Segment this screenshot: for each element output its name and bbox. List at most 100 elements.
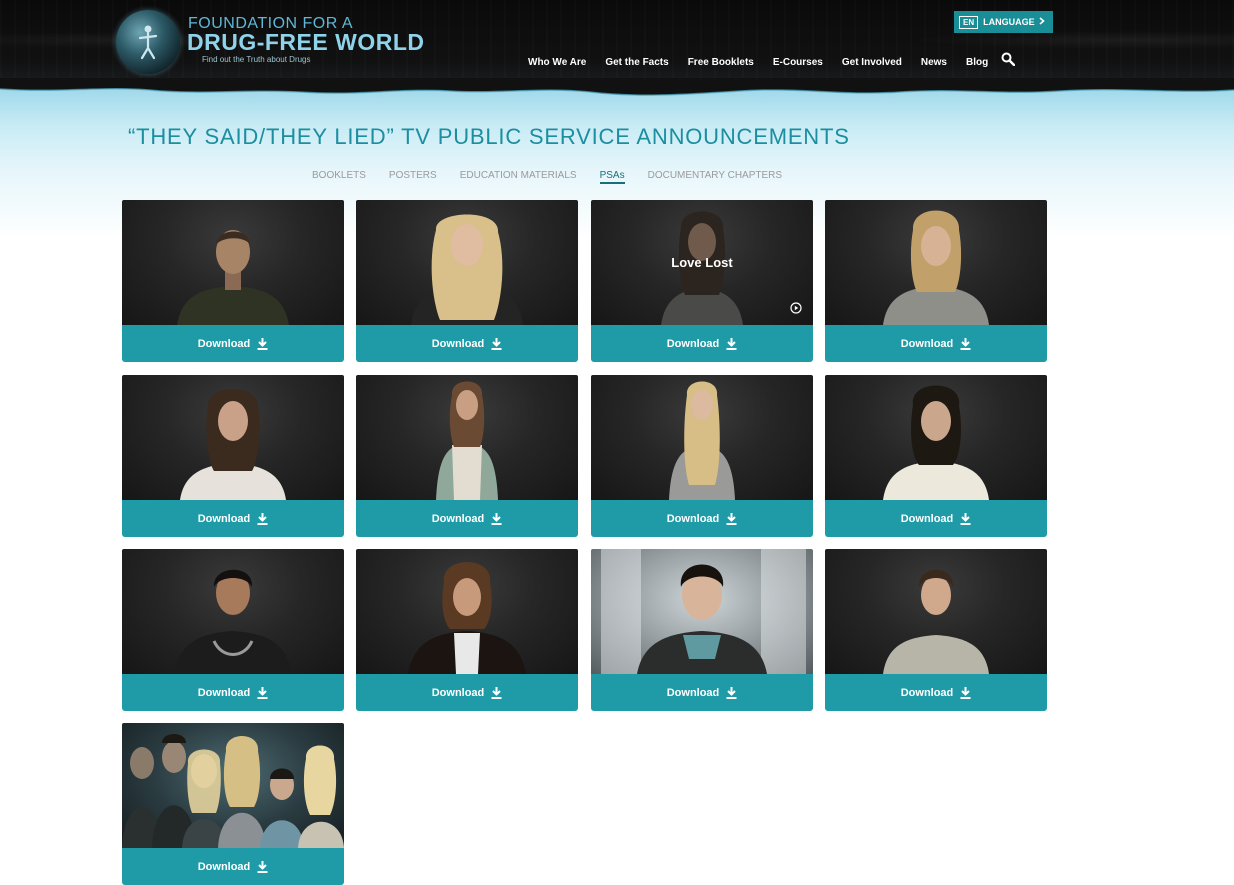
download-icon — [726, 686, 737, 699]
download-icon — [491, 337, 502, 350]
psa-card: Download — [825, 375, 1047, 537]
download-icon — [726, 337, 737, 350]
download-button[interactable]: Download — [122, 848, 344, 885]
download-label: Download — [431, 686, 485, 699]
psa-card: Download — [122, 723, 344, 885]
nav-news[interactable]: News — [921, 57, 947, 68]
psa-card: Download — [356, 549, 578, 711]
psa-thumbnail[interactable] — [356, 549, 578, 674]
psa-card: Download — [122, 200, 344, 362]
download-button[interactable]: Download — [825, 325, 1047, 362]
site-header: FOUNDATION FOR A DRUG-FREE WORLD Find ou… — [0, 0, 1234, 88]
language-code: EN — [959, 15, 979, 29]
nav-who-we-are[interactable]: Who We Are — [528, 57, 586, 68]
download-button[interactable]: Download — [591, 325, 813, 362]
video-title: Love Lost — [671, 255, 733, 270]
torn-edge — [0, 78, 1234, 96]
nav-blog[interactable]: Blog — [966, 57, 988, 68]
person-figure — [883, 385, 989, 500]
download-label: Download — [197, 512, 251, 525]
psa-thumbnail[interactable] — [825, 375, 1047, 500]
download-button[interactable]: Download — [122, 500, 344, 537]
person-figure — [883, 569, 989, 674]
psa-card: Download — [591, 549, 813, 711]
psa-thumbnail[interactable] — [122, 200, 344, 325]
page-title: “THEY SAID/THEY LIED” TV PUBLIC SERVICE … — [128, 124, 850, 149]
chevron-right-icon — [1039, 17, 1045, 27]
download-button[interactable]: Download — [591, 500, 813, 537]
download-label: Download — [197, 337, 251, 350]
tab-posters[interactable]: POSTERS — [389, 170, 437, 184]
download-icon — [491, 512, 502, 525]
main-nav: Who We Are Get the Facts Free Booklets E… — [528, 52, 1016, 69]
psa-card: Download — [591, 375, 813, 537]
logo-tagline: Find out the Truth about Drugs — [202, 55, 311, 64]
download-label: Download — [666, 337, 720, 350]
person-figure — [411, 214, 523, 325]
psa-thumbnail[interactable] — [591, 549, 813, 674]
download-label: Download — [900, 686, 954, 699]
category-tabs: BOOKLETS POSTERS EDUCATION MATERIALS PSA… — [312, 170, 805, 184]
download-icon — [960, 512, 971, 525]
download-icon — [257, 686, 268, 699]
download-button[interactable]: Download — [591, 674, 813, 711]
psa-card: Download — [825, 200, 1047, 362]
nav-e-courses[interactable]: E-Courses — [773, 57, 823, 68]
play-icon[interactable] — [790, 302, 802, 314]
psa-card: Download — [825, 549, 1047, 711]
download-button[interactable]: Download — [825, 674, 1047, 711]
download-icon — [491, 686, 502, 699]
download-button[interactable]: Download — [356, 674, 578, 711]
psa-thumbnail[interactable] — [825, 549, 1047, 674]
download-icon — [257, 337, 268, 350]
psa-thumbnail[interactable] — [122, 723, 344, 848]
person-figure — [177, 230, 289, 325]
person-figure — [180, 389, 286, 500]
download-label: Download — [431, 512, 485, 525]
psa-thumbnail[interactable] — [122, 375, 344, 500]
tab-booklets[interactable]: BOOKLETS — [312, 170, 366, 184]
download-icon — [960, 686, 971, 699]
download-label: Download — [666, 512, 720, 525]
logo-figure-icon — [138, 25, 158, 60]
nav-get-involved[interactable]: Get Involved — [842, 57, 902, 68]
download-label: Download — [197, 860, 251, 873]
download-button[interactable]: Download — [356, 325, 578, 362]
download-icon — [726, 512, 737, 525]
download-label: Download — [431, 337, 485, 350]
download-label: Download — [900, 337, 954, 350]
psa-card: Download — [356, 375, 578, 537]
search-icon[interactable] — [1001, 52, 1016, 66]
person-figure — [601, 549, 806, 674]
language-button[interactable]: EN LANGUAGE — [954, 11, 1053, 33]
download-label: Download — [666, 686, 720, 699]
download-button[interactable]: Download — [825, 500, 1047, 537]
tab-education-materials[interactable]: EDUCATION MATERIALS — [460, 170, 577, 184]
download-button[interactable]: Download — [122, 674, 344, 711]
psa-thumbnail[interactable] — [122, 549, 344, 674]
download-label: Download — [197, 686, 251, 699]
nav-get-the-facts[interactable]: Get the Facts — [605, 57, 668, 68]
psa-thumbnail[interactable] — [591, 375, 813, 500]
download-button[interactable]: Download — [122, 325, 344, 362]
download-button[interactable]: Download — [356, 500, 578, 537]
logo-globe-icon[interactable] — [116, 10, 180, 74]
download-label: Download — [900, 512, 954, 525]
person-figure — [669, 381, 735, 500]
psa-thumbnail[interactable] — [356, 375, 578, 500]
language-label: LANGUAGE — [983, 17, 1035, 27]
psa-thumbnail[interactable] — [356, 200, 578, 325]
psa-card: Download — [122, 375, 344, 537]
tab-documentary-chapters[interactable]: DOCUMENTARY CHAPTERS — [648, 170, 782, 184]
person-figure — [174, 569, 292, 674]
psa-thumbnail[interactable]: Love Lost — [591, 200, 813, 325]
tab-psas[interactable]: PSAs — [599, 170, 625, 184]
logo-line2[interactable]: DRUG-FREE WORLD — [187, 29, 424, 56]
nav-free-booklets[interactable]: Free Booklets — [688, 57, 754, 68]
psa-thumbnail[interactable] — [825, 200, 1047, 325]
psa-card: Download — [356, 200, 578, 362]
download-icon — [960, 337, 971, 350]
psa-card: Download — [122, 549, 344, 711]
person-figure — [436, 381, 498, 500]
person-figure — [408, 562, 526, 674]
